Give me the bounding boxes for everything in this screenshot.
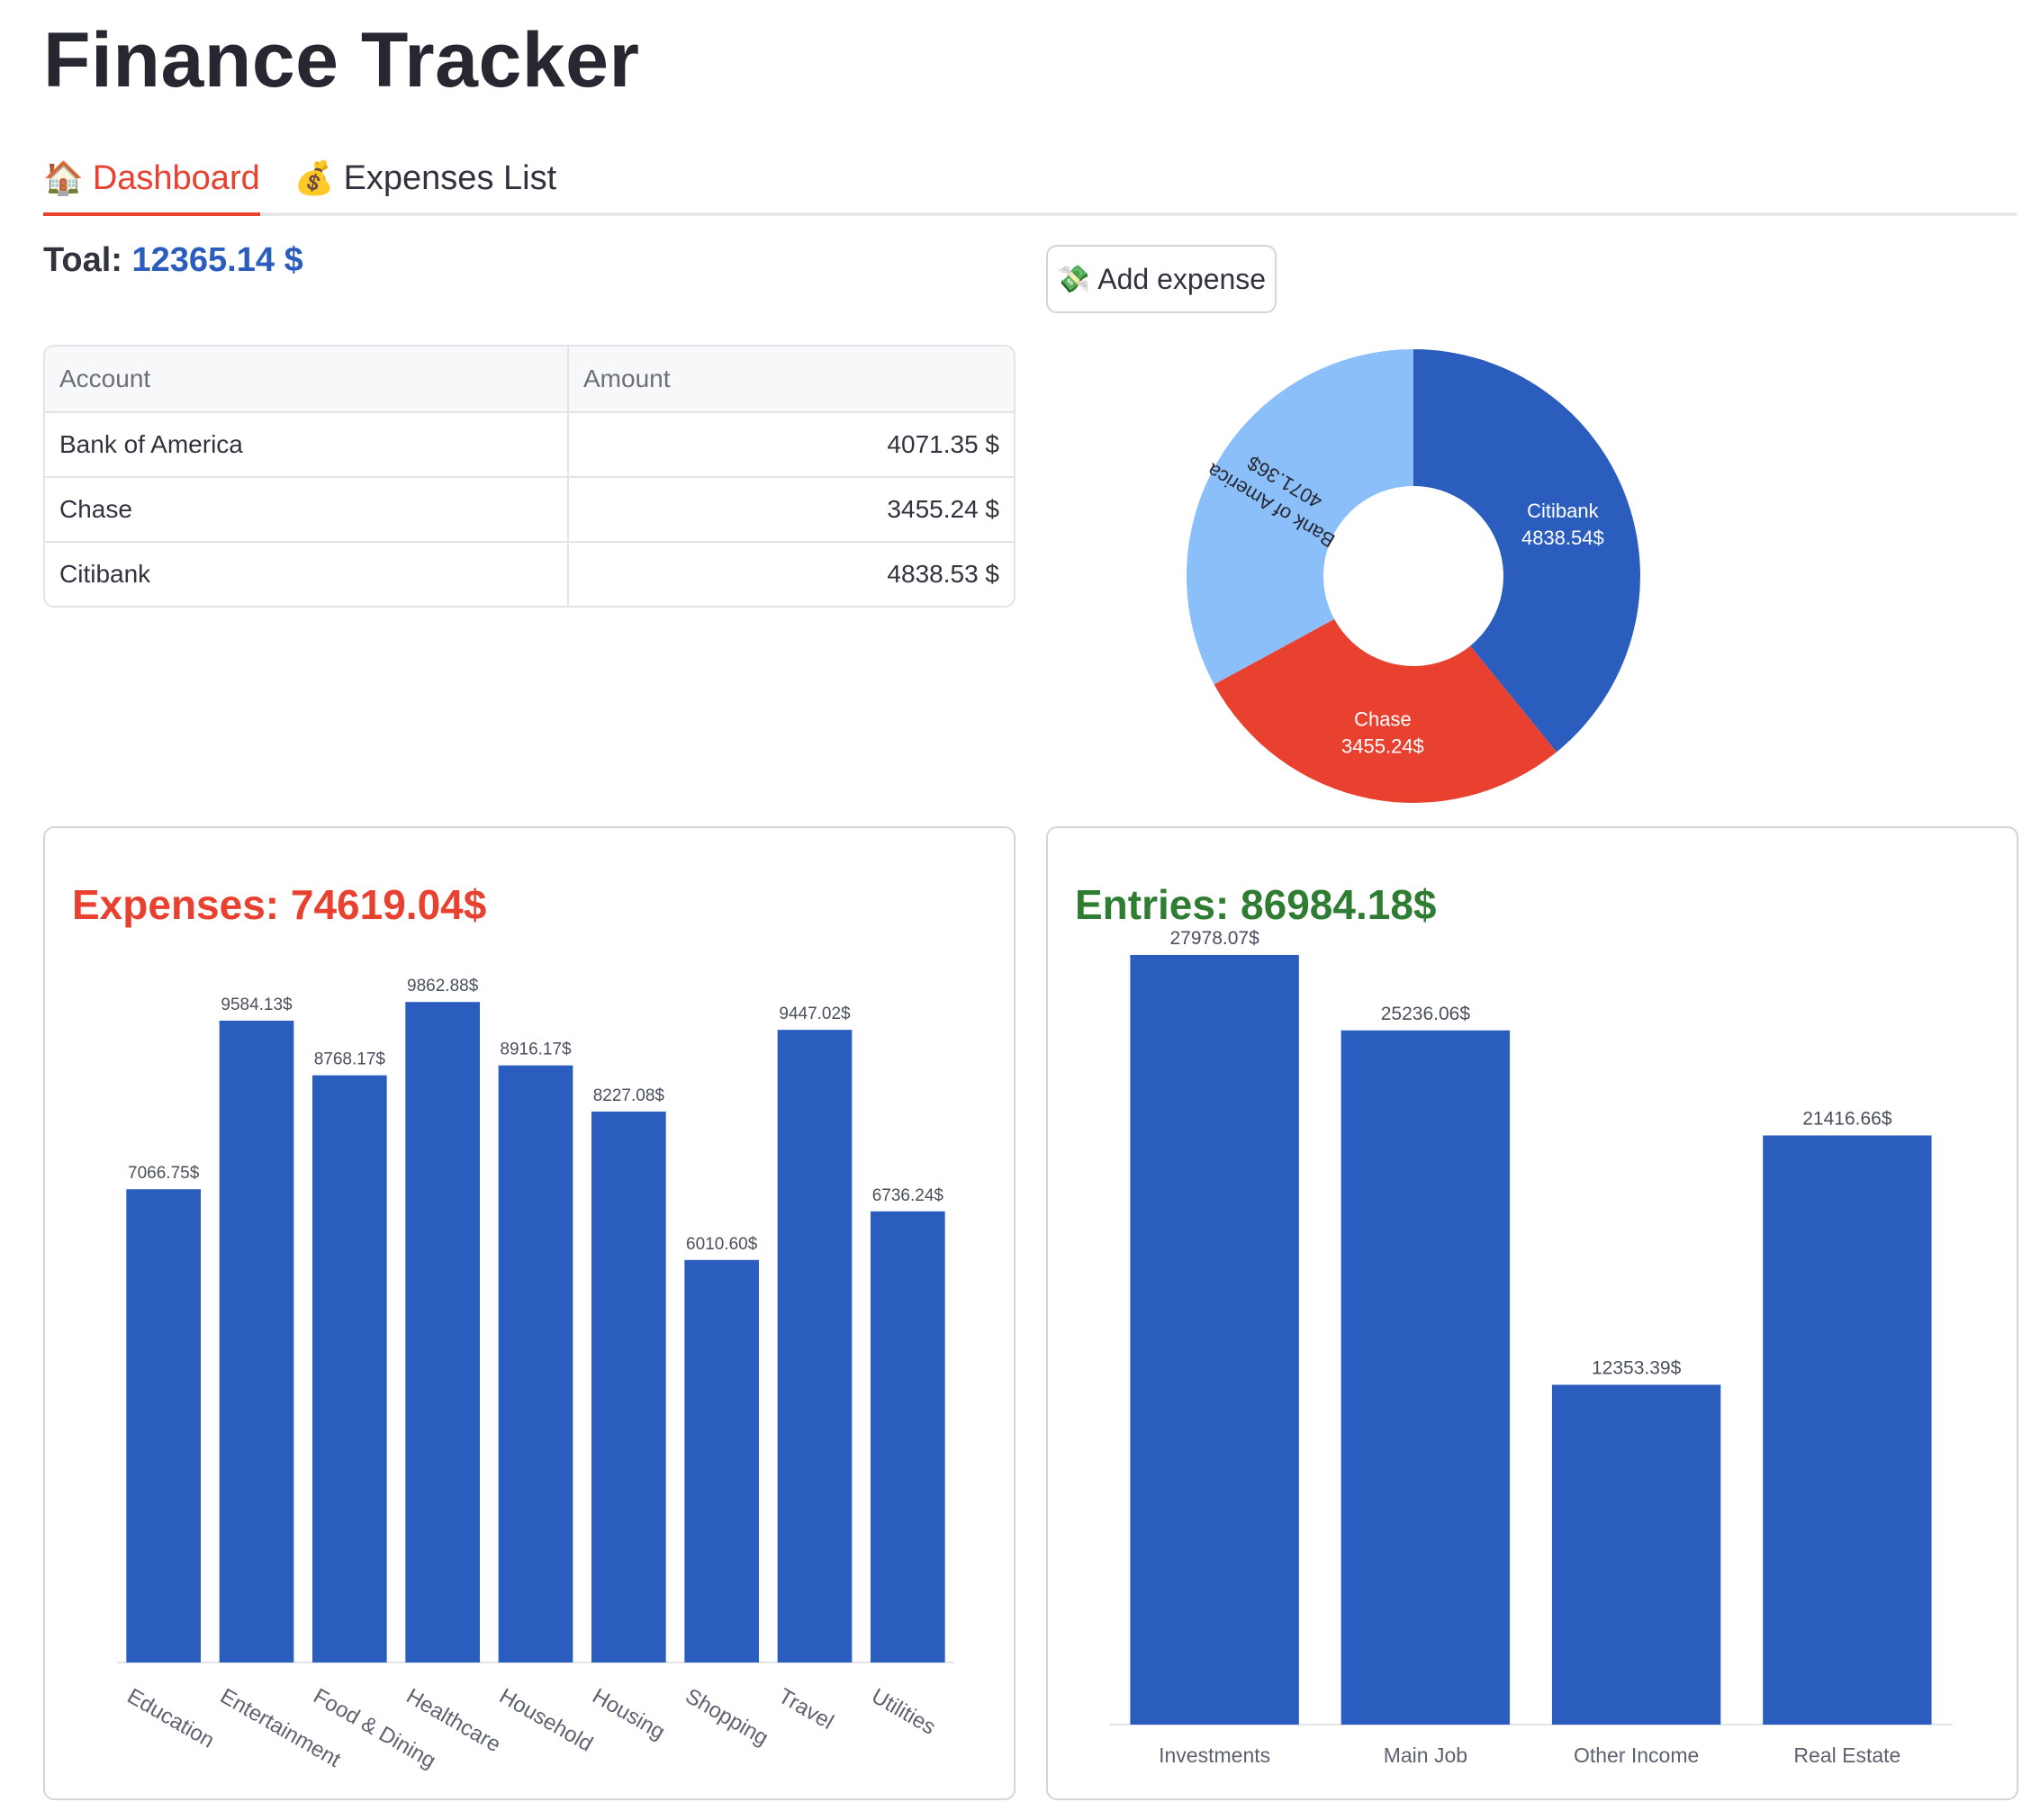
column-header-account[interactable]: Account: [45, 347, 569, 413]
slice-value-label: 3455.24$: [1341, 735, 1424, 758]
bar-value-label: 12353.39$: [1592, 1357, 1682, 1378]
amount-cell: 3455.24 $: [569, 478, 1014, 543]
slice-name-label: Chase: [1354, 708, 1412, 731]
tab-label: Dashboard: [92, 158, 260, 197]
bar[interactable]: [871, 1211, 945, 1662]
add-expense-button[interactable]: 💸 Add expense: [1046, 245, 1277, 313]
entries-bar-chart: 27978.07$ Investments 25236.06$ Main Job 123…: [1109, 928, 1953, 1767]
account-cell: Chase: [45, 478, 569, 543]
bar-value-label: 21416.66$: [1802, 1108, 1892, 1129]
table-row: Bank of America 4071.35 $: [45, 413, 1014, 478]
amount-cell: 4071.35 $: [569, 413, 1014, 478]
money-bag-icon: 💰: [293, 159, 335, 196]
table-row: Citibank 4838.53 $: [45, 543, 1014, 606]
bar[interactable]: [498, 1065, 573, 1662]
accounts-table: Account Amount Bank of America 4071.35 $…: [43, 345, 1016, 608]
expenses-card: Expenses: 74619.04$ 7066.75$ Education 958…: [43, 826, 1016, 1800]
x-tick-label: Education: [123, 1684, 219, 1753]
total-label: Toal:: [43, 241, 122, 279]
bar[interactable]: [684, 1259, 759, 1662]
tab-expenses-list[interactable]: 💰 Expenses List: [294, 144, 556, 212]
bar-value-label: 9447.02$: [779, 1005, 851, 1023]
entries-card: Entries: 86984.18$ 27978.07$ Investments 2…: [1046, 826, 2018, 1800]
table-header-row: Account Amount: [45, 347, 1014, 413]
bar-value-label: 7066.75$: [128, 1164, 200, 1183]
bar[interactable]: [1130, 954, 1299, 1725]
x-tick-label: Real Estate: [1793, 1743, 1900, 1767]
x-tick-label: Household: [495, 1684, 597, 1757]
bar-value-label: 8916.17$: [500, 1041, 572, 1059]
bar[interactable]: [1551, 1384, 1721, 1725]
slice-value-label: 4838.54$: [1521, 527, 1604, 549]
tab-dashboard[interactable]: 🏠 Dashboard: [43, 144, 260, 216]
x-tick-label: Utilities: [867, 1684, 939, 1740]
bar[interactable]: [405, 1002, 480, 1662]
total-summary: Toal: 12365.14 $: [43, 241, 303, 280]
bar-value-label: 9584.13$: [221, 996, 293, 1014]
x-tick-label: Main Job: [1384, 1743, 1467, 1767]
bar-value-label: 27978.07$: [1169, 928, 1259, 949]
x-tick-label: Housing: [588, 1684, 669, 1744]
bar-value-label: 25236.06$: [1381, 1004, 1471, 1024]
tab-bar: 🏠 Dashboard 💰 Expenses List: [43, 144, 2017, 216]
house-icon: 🏠: [43, 159, 84, 196]
bar-value-label: 9862.88$: [407, 977, 479, 996]
total-value: 12365.14 $: [131, 241, 303, 279]
bar[interactable]: [312, 1075, 387, 1662]
bar[interactable]: [777, 1030, 853, 1662]
slice-name-label: Citibank: [1527, 500, 1599, 522]
bar-value-label: 6010.60$: [686, 1235, 758, 1254]
money-with-wings-icon: 💸: [1056, 264, 1091, 294]
column-header-amount[interactable]: Amount: [569, 347, 1014, 413]
account-cell: Bank of America: [45, 413, 569, 478]
accounts-donut-chart: Citibank4838.54$Chase3455.24$Bank of Ame…: [1187, 349, 1640, 804]
bar-value-label: 6736.24$: [872, 1186, 944, 1205]
app-title: Finance Tracker: [43, 17, 640, 104]
tab-label: Expenses List: [343, 158, 557, 197]
amount-cell: 4838.53 $: [887, 560, 999, 588]
account-cell: Citibank: [45, 543, 569, 606]
bar[interactable]: [219, 1020, 294, 1662]
bar[interactable]: [1763, 1135, 1932, 1725]
bar[interactable]: [1340, 1030, 1511, 1725]
expenses-bar-chart: 7066.75$Education9584.13$Entertainment87…: [117, 977, 954, 1773]
bar[interactable]: [126, 1189, 201, 1662]
bar-value-label: 8768.17$: [314, 1050, 386, 1069]
x-tick-label: Shopping: [682, 1684, 772, 1751]
bar[interactable]: [591, 1111, 666, 1662]
x-tick-label: Other Income: [1574, 1743, 1699, 1767]
x-tick-label: Investments: [1159, 1743, 1270, 1767]
add-expense-label: Add expense: [1097, 262, 1267, 295]
bar-value-label: 8227.08$: [593, 1086, 665, 1105]
x-tick-label: Travel: [774, 1684, 837, 1734]
table-row: Chase 3455.24 $: [45, 478, 1014, 543]
